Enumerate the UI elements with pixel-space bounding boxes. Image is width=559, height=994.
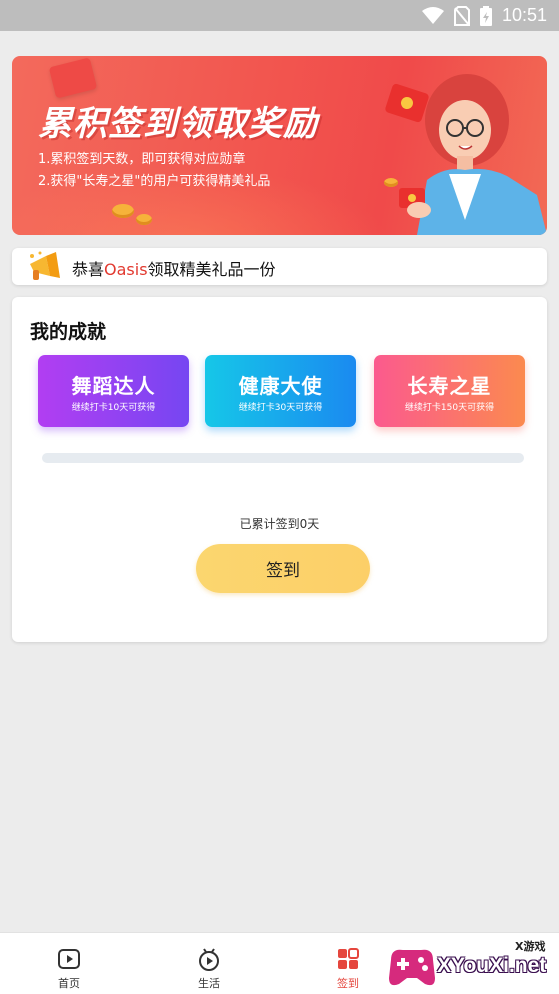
nav-item-home[interactable]: 首页 [24, 933, 114, 994]
banner-title: 累积签到领取奖励 [38, 104, 318, 144]
site-watermark: X游戏 XYouXi.net [385, 936, 559, 994]
achievements-card: 我的成就 舞蹈达人 继续打卡10天可获得 健康大使 继续打卡30天可获得 长寿之… [12, 297, 547, 642]
nav-label: 生活 [198, 977, 220, 990]
coin-icon [136, 214, 152, 225]
badge-desc: 继续打卡150天可获得 [404, 403, 495, 413]
nav-label: 首页 [58, 977, 80, 990]
life-play-icon [199, 948, 219, 971]
watermark-tag: X游戏 [515, 940, 546, 953]
announcement-suffix: 领取精美礼品一份 [147, 260, 276, 279]
woman-illustration [399, 74, 547, 235]
checkin-grid-icon [338, 948, 359, 969]
announcement-user: Oasis [104, 260, 148, 279]
badge-health-ambassador[interactable]: 健康大使 继续打卡30天可获得 [205, 355, 356, 427]
banner-rule-2: 2.获得"长寿之星"的用户可获得精美礼品 [38, 174, 271, 189]
megaphone-icon [30, 251, 60, 280]
clock: 10:51 [501, 5, 547, 25]
checkin-button[interactable]: 签到 [196, 544, 370, 593]
announcement-text: 恭喜Oasis领取精美礼品一份 [72, 256, 276, 280]
nav-item-checkin[interactable]: 签到 [303, 933, 393, 994]
nav-label: 签到 [337, 977, 359, 990]
status-bar: 10:51 [0, 0, 559, 31]
home-play-icon [58, 949, 80, 969]
badge-name: 舞蹈达人 [71, 374, 156, 398]
wifi-icon [421, 6, 444, 24]
badge-desc: 继续打卡30天可获得 [238, 403, 323, 413]
red-envelope-icon [48, 57, 98, 99]
badge-dance-master[interactable]: 舞蹈达人 继续打卡10天可获得 [38, 355, 189, 427]
battery-icon [479, 5, 492, 26]
winner-announcement: 恭喜Oasis领取精美礼品一份 [12, 248, 547, 285]
coin-icon [384, 178, 398, 187]
no-sim-icon [453, 5, 470, 26]
badge-name: 健康大使 [238, 374, 323, 398]
checkin-count: 已累计签到0天 [239, 517, 320, 531]
badge-longevity-star[interactable]: 长寿之星 继续打卡150天可获得 [374, 355, 525, 427]
coin-icon [112, 204, 134, 218]
badge-name: 长寿之星 [407, 374, 492, 398]
checkin-progress-bar [42, 453, 524, 463]
gamepad-logo-icon [389, 949, 435, 986]
banner-rule-1: 1.累积签到天数，即可获得对应勋章 [38, 152, 246, 167]
nav-item-life[interactable]: 生活 [164, 933, 254, 994]
announcement-prefix: 恭喜 [72, 260, 105, 279]
badge-desc: 继续打卡10天可获得 [71, 403, 156, 413]
achievements-title: 我的成就 [30, 321, 107, 343]
watermark-site: XYouXi.net [437, 954, 547, 977]
reward-banner[interactable]: 累积签到领取奖励 1.累积签到天数，即可获得对应勋章 2.获得"长寿之星"的用户… [12, 56, 547, 235]
